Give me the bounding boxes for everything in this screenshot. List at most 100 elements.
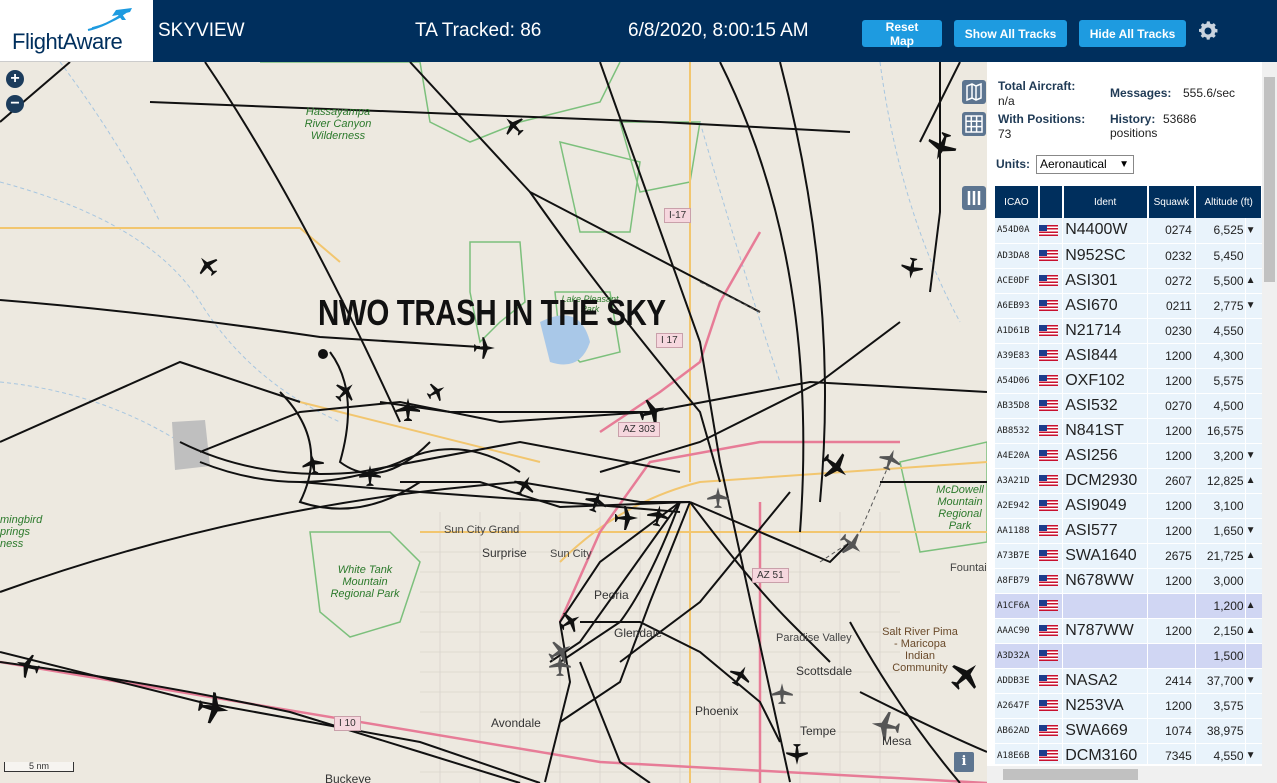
horizontal-scrollbar[interactable] [987, 766, 1262, 783]
us-flag-icon [1039, 324, 1059, 336]
highway-shield-az303: AZ 303 [618, 422, 661, 437]
map-canvas[interactable]: Hassayampa River Canyon Wilderness White… [0, 62, 987, 783]
aircraft-icon [585, 491, 607, 513]
table-row[interactable]: A1D61B N21714 0230 4,550 [995, 318, 1263, 344]
with-positions-label: With Positions: [998, 112, 1086, 126]
table-row[interactable]: ACE0DF ASI301 0272 5,500 ▲ [995, 268, 1263, 294]
ident-cell: SWA669 [1062, 718, 1149, 744]
ident-cell: ASI532 [1062, 393, 1149, 419]
map-label-tempe: Tempe [800, 724, 837, 738]
flag-cell [1038, 493, 1064, 519]
ident-cell: DCM3160 [1062, 743, 1149, 764]
icao-cell: A73B7E [995, 543, 1040, 569]
gear-icon[interactable] [1196, 19, 1220, 43]
us-flag-icon [1039, 649, 1059, 661]
map-layer-button[interactable] [962, 80, 986, 104]
altitude-cell: 21,725 [1195, 543, 1246, 569]
column-header-squawk[interactable]: Squawk [1147, 186, 1197, 218]
horizontal-scroll-thumb[interactable] [1003, 769, 1138, 780]
table-row[interactable]: A2647F N253VA 1200 3,575 [995, 693, 1263, 719]
altitude-trend-cell [1245, 393, 1263, 419]
squawk-cell: 1074 [1147, 718, 1196, 744]
squawk-cell: 2675 [1147, 543, 1196, 569]
map-label-hassayampa: Hassayampa River Canyon Wilderness [304, 106, 372, 142]
table-row[interactable]: A6EB93 ASI670 0211 2,775 ▼ [995, 293, 1263, 319]
ident-cell: DCM2930 [1062, 468, 1149, 494]
vertical-scroll-thumb[interactable] [1264, 77, 1275, 282]
icao-cell: ACE0DF [995, 268, 1040, 294]
ident-cell: ASI256 [1062, 443, 1149, 469]
aircraft-icon [302, 453, 324, 475]
table-row[interactable]: A73B7E SWA1640 2675 21,725 ▲ [995, 543, 1263, 569]
messages-label: Messages: [1110, 86, 1172, 100]
table-row[interactable]: A4E20A ASI256 1200 3,200 ▼ [995, 443, 1263, 469]
ident-cell: ASI301 [1062, 268, 1149, 294]
icao-cell: A2647F [995, 693, 1040, 719]
altitude-trend-cell: ▼ [1245, 518, 1263, 544]
show-all-tracks-button[interactable]: Show All Tracks [954, 20, 1067, 47]
flag-cell [1038, 643, 1064, 669]
table-row[interactable]: A8FB79 N678WW 1200 3,000 [995, 568, 1263, 594]
total-aircraft-value: n/a [998, 94, 1015, 108]
columns-icon [967, 191, 981, 205]
highway-shield-i10: I 10 [334, 716, 361, 731]
column-header-flag[interactable] [1038, 186, 1064, 218]
table-row[interactable]: A2E942 ASI9049 1200 3,100 [995, 493, 1263, 519]
ident-cell: N952SC [1062, 243, 1149, 269]
aircraft-icon [559, 612, 580, 633]
icao-cell: AD3DA8 [995, 243, 1040, 269]
flag-cell [1038, 593, 1064, 619]
vertical-scrollbar[interactable] [1262, 62, 1277, 783]
us-flag-icon [1039, 499, 1059, 511]
altitude-trend-cell [1245, 493, 1263, 519]
us-flag-icon [1039, 574, 1059, 586]
squawk-cell: 1200 [1147, 343, 1196, 369]
table-row[interactable]: A54D06 OXF102 1200 5,575 [995, 368, 1263, 394]
columns-toggle-button[interactable] [962, 186, 986, 210]
flightaware-logo[interactable]: FlightAware [0, 0, 153, 62]
icao-cell: A39E83 [995, 343, 1040, 369]
table-row[interactable]: A54D0A N4400W 0274 6,525 ▼ [995, 218, 1263, 244]
flag-cell [1038, 668, 1064, 694]
hide-all-tracks-button[interactable]: Hide All Tracks [1079, 20, 1186, 47]
icao-cell: A3A21D [995, 468, 1040, 494]
icao-cell: ADDB3E [995, 668, 1040, 694]
history-value: 53686 positions [1110, 112, 1197, 140]
table-row[interactable]: A3D32A 1,500 [995, 643, 1263, 669]
flag-cell [1038, 718, 1064, 744]
ident-cell [1062, 593, 1149, 619]
highway-shield-i17: I-17 [664, 208, 692, 223]
column-header-altitude[interactable]: Altitude (ft) [1195, 186, 1263, 218]
table-row[interactable]: AB62AD SWA669 1074 38,975 [995, 718, 1263, 744]
info-icon[interactable]: i [954, 752, 974, 772]
icao-cell: A54D06 [995, 368, 1040, 394]
zoom-in-button[interactable]: + [6, 70, 24, 88]
table-row[interactable]: AAAC90 N787WW 1200 2,150 ▲ [995, 618, 1263, 644]
table-row[interactable]: AA1188 ASI577 1200 1,650 ▼ [995, 518, 1263, 544]
table-row[interactable]: ADDB3E NASA2 2414 37,700 ▼ [995, 668, 1263, 694]
column-header-ident[interactable]: Ident [1062, 186, 1149, 218]
table-row[interactable]: AB8532 N841ST 1200 16,575 [995, 418, 1263, 444]
table-row[interactable]: A39E83 ASI844 1200 4,300 [995, 343, 1263, 369]
icao-cell: A18E6B [995, 743, 1040, 764]
zoom-out-button[interactable]: − [6, 95, 24, 113]
icao-cell: AB62AD [995, 718, 1040, 744]
table-row[interactable]: A3A21D DCM2930 2607 12,825 ▲ [995, 468, 1263, 494]
table-row[interactable]: AB35D8 ASI532 0270 4,500 [995, 393, 1263, 419]
table-row[interactable]: A1CF6A 1,200 ▲ [995, 593, 1263, 619]
units-select[interactable]: Aeronautical ▼ [1036, 155, 1134, 174]
grid-toggle-button[interactable] [962, 112, 986, 136]
flag-cell [1038, 518, 1064, 544]
altitude-trend-cell: ▲ [1245, 618, 1263, 644]
column-header-icao[interactable]: ICAO [995, 186, 1040, 218]
us-flag-icon [1039, 674, 1059, 686]
flag-cell [1038, 393, 1064, 419]
altitude-trend-cell: ▼ [1245, 218, 1263, 244]
table-row[interactable]: AD3DA8 N952SC 0232 5,450 [995, 243, 1263, 269]
map-label-paradise-valley: Paradise Valley [776, 632, 852, 644]
squawk-cell: 0211 [1147, 293, 1196, 319]
reset-map-button[interactable]: Reset Map [862, 20, 942, 48]
us-flag-icon [1039, 274, 1059, 286]
table-row[interactable]: A18E6B DCM3160 7345 4,550 ▼ [995, 743, 1263, 764]
grid-icon [965, 115, 983, 133]
